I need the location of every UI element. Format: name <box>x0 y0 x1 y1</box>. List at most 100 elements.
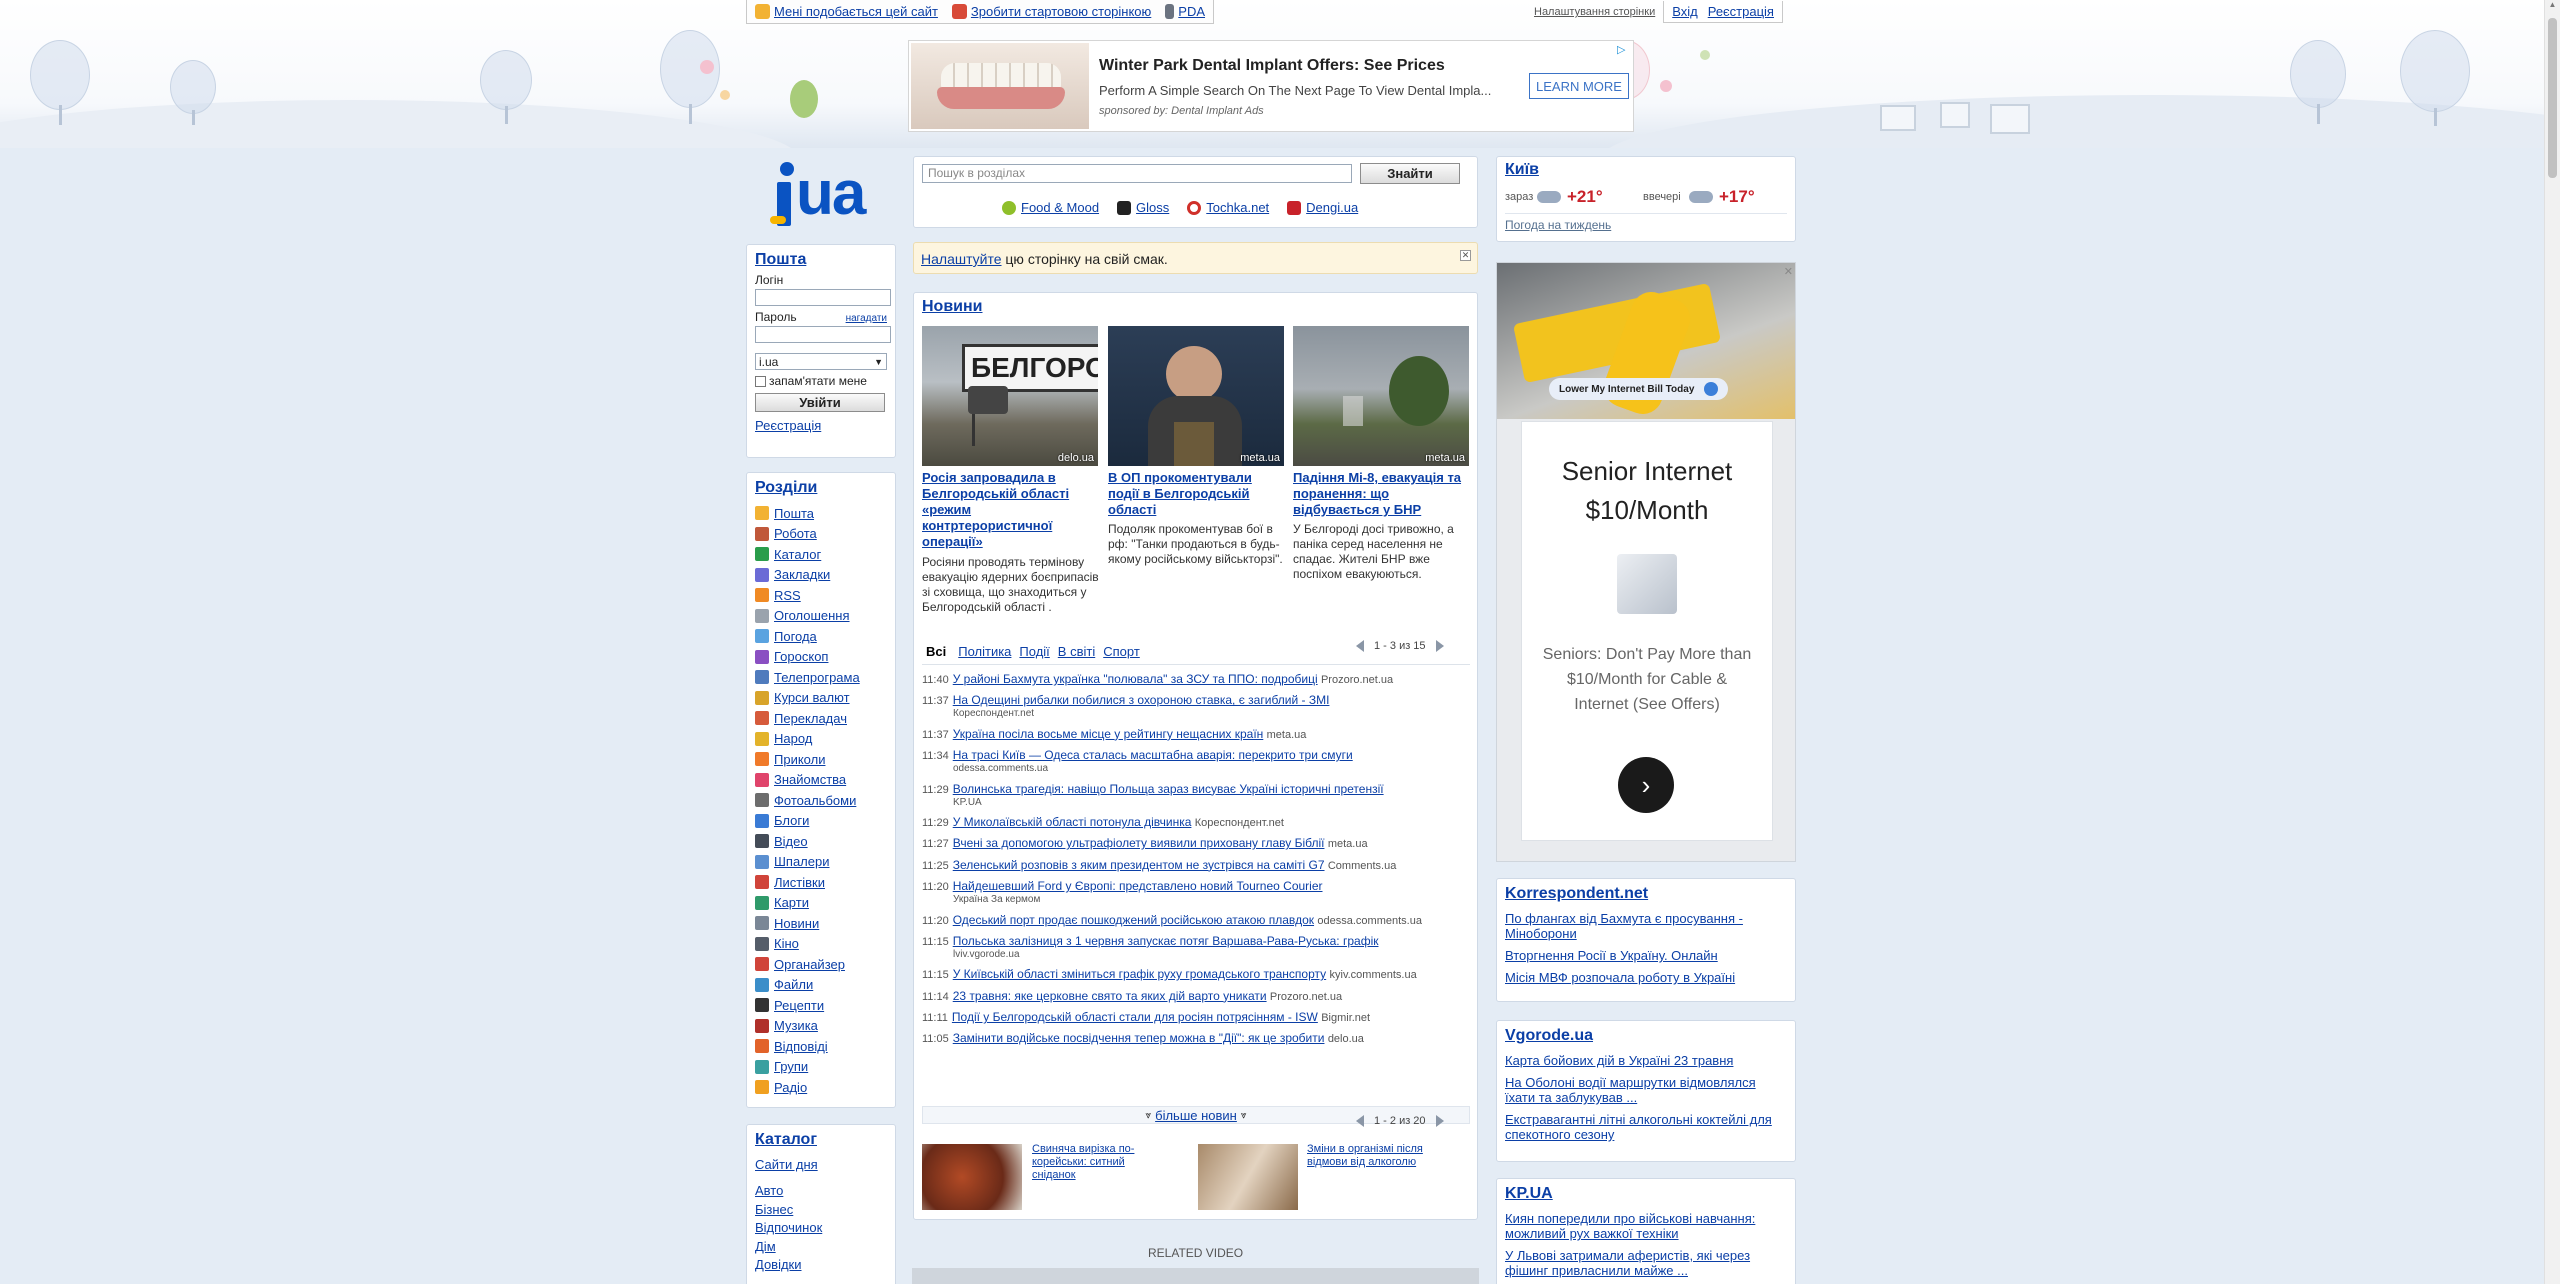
sidebar-item-label[interactable]: Гороскоп <box>774 649 828 664</box>
sidebar-item-label[interactable]: Приколи <box>774 752 825 767</box>
mail-register-link[interactable]: Реєстрація <box>755 418 887 433</box>
vgorode-link[interactable]: Екстравагантні літні алкогольні коктейлі… <box>1505 1112 1787 1142</box>
news-tab[interactable]: В світі <box>1058 644 1095 659</box>
partner-link-dengi[interactable]: Dengi.ua <box>1306 200 1358 215</box>
sidebar-item[interactable]: Органайзер <box>755 954 887 975</box>
vgorode-link[interactable]: Карта бойових дій в Україні 23 травня <box>1505 1053 1787 1068</box>
sidebar-item[interactable]: Карти <box>755 893 887 914</box>
sidebar-item[interactable]: Народ <box>755 729 887 750</box>
news-tab[interactable]: Спорт <box>1103 644 1140 659</box>
sidebar-item-label[interactable]: Відео <box>774 834 808 849</box>
sidebar-item[interactable]: Робота <box>755 524 887 545</box>
pda-link[interactable]: PDA <box>1178 4 1205 19</box>
search-input[interactable]: Пошук в розділах <box>922 164 1352 183</box>
site-logo[interactable]: ua <box>746 158 896 228</box>
prev-arrow-icon[interactable] <box>1356 640 1364 652</box>
partner-link-food-mood[interactable]: Food & Mood <box>1021 200 1099 215</box>
news-image-3[interactable]: meta.ua <box>1293 326 1469 466</box>
catalog-item[interactable]: Бізнес <box>755 1201 887 1220</box>
search-button[interactable]: Знайти <box>1360 163 1460 184</box>
news-feed-link[interactable]: Вчені за допомогою ультрафіолету виявили… <box>953 836 1325 850</box>
kpua-link[interactable]: Киян попередили про військові навчання: … <box>1505 1211 1787 1241</box>
sidebar-item[interactable]: Рецепти <box>755 995 887 1016</box>
sidebar-item-label[interactable]: Курси валют <box>774 690 850 705</box>
sidebar-item[interactable]: Відео <box>755 831 887 852</box>
news-feed-link[interactable]: Одеський порт продає пошкоджений російсь… <box>953 913 1314 927</box>
sidebar-item-label[interactable]: Новини <box>774 916 819 931</box>
partner-link-tochka[interactable]: Tochka.net <box>1206 200 1269 215</box>
news-feed-link[interactable]: Найдешевший Ford у Європі: представлено … <box>953 879 1323 893</box>
sidebar-item-label[interactable]: Робота <box>774 526 817 541</box>
sidebar-item[interactable]: RSS <box>755 585 887 606</box>
next-arrow-icon[interactable] <box>1435 1115 1444 1127</box>
sidebar-item-label[interactable]: Народ <box>774 731 812 746</box>
sidebar-item[interactable]: Новини <box>755 913 887 934</box>
login-link[interactable]: Вхід <box>1672 4 1698 19</box>
sidebar-item-label[interactable]: Музика <box>774 1018 818 1033</box>
sidebar-item[interactable]: Погода <box>755 626 887 647</box>
scroll-up-icon[interactable]: ▲ <box>2545 0 2560 16</box>
next-arrow-icon[interactable] <box>1435 640 1444 652</box>
news-tab[interactable]: Політика <box>958 644 1011 659</box>
sidebar-item[interactable]: Перекладач <box>755 708 887 729</box>
side-ad-next-button[interactable]: › <box>1618 757 1674 813</box>
side-ad-card[interactable]: Senior Internet $10/Month Seniors: Don't… <box>1521 421 1773 841</box>
more-news-link[interactable]: більше новин <box>1155 1108 1237 1123</box>
side-ad[interactable]: Lower My Internet Bill Today ✕ Senior In… <box>1496 262 1796 862</box>
catalog-item[interactable]: Довідки <box>755 1256 887 1275</box>
remind-password-link[interactable]: нагадати <box>846 313 887 324</box>
sidebar-item[interactable]: Телепрограма <box>755 667 887 688</box>
sidebar-item[interactable]: Гороскоп <box>755 647 887 668</box>
news-image-1[interactable]: БЕЛГОРОД delo.ua <box>922 326 1098 466</box>
sidebar-item-label[interactable]: Пошта <box>774 506 814 521</box>
sidebar-item-label[interactable]: Знайомства <box>774 772 846 787</box>
sidebar-item[interactable]: Оголошення <box>755 606 887 627</box>
sidebar-item[interactable]: Музика <box>755 1016 887 1037</box>
sidebar-item-label[interactable]: Групи <box>774 1059 808 1074</box>
scrollbar[interactable]: ▲ <box>2544 0 2560 1284</box>
sidebar-item[interactable]: Радіо <box>755 1077 887 1098</box>
sidebar-item[interactable]: Групи <box>755 1057 887 1078</box>
set-homepage-link[interactable]: Зробити стартовою сторінкою <box>971 4 1151 19</box>
news-feed-link[interactable]: У Київській області зміниться графік рух… <box>953 967 1326 981</box>
related-video-player[interactable] <box>912 1268 1479 1284</box>
login-input[interactable] <box>755 289 891 306</box>
mail-login-button[interactable]: Увійти <box>755 393 885 412</box>
catalog-item[interactable]: Відпочинок <box>755 1219 887 1238</box>
sections-title[interactable]: Розділи <box>755 479 817 496</box>
close-icon[interactable]: ✕ <box>1460 250 1471 261</box>
sidebar-item-label[interactable]: Карти <box>774 895 809 910</box>
news-feed-link[interactable]: На трасі Київ — Одеса сталась масштабна … <box>953 748 1353 762</box>
news-headline-2[interactable]: В ОП прокоментували події в Белгородські… <box>1108 470 1286 518</box>
sidebar-item-label[interactable]: Перекладач <box>774 711 847 726</box>
vgorode-link[interactable]: На Оболоні водії маршрутки відмовлялся ї… <box>1505 1075 1787 1105</box>
news-feed-link[interactable]: У Миколаївській області потонула дівчинк… <box>953 815 1192 829</box>
sidebar-item[interactable]: Закладки <box>755 565 887 586</box>
korrespondent-link[interactable]: Вторгнення Росії в Україну. Онлайн <box>1505 948 1787 963</box>
sidebar-item-label[interactable]: Органайзер <box>774 957 845 972</box>
sidebar-item[interactable]: Фотоальбоми <box>755 790 887 811</box>
sidebar-item[interactable]: Знайомства <box>755 770 887 791</box>
domain-select[interactable]: i.ua ▼ <box>755 353 887 370</box>
mail-title[interactable]: Пошта <box>755 251 806 268</box>
catalog-item[interactable]: Дім <box>755 1238 887 1257</box>
sidebar-item-label[interactable]: RSS <box>774 588 801 603</box>
promo-image-1[interactable] <box>922 1144 1022 1210</box>
customize-link[interactable]: Налаштуйте <box>921 251 1002 267</box>
news-tab[interactable]: Події <box>1019 644 1049 659</box>
password-input[interactable] <box>755 326 891 343</box>
news-feed-link[interactable]: Зеленський розповів з яким президентом н… <box>953 858 1325 872</box>
weather-city[interactable]: Київ <box>1505 161 1539 178</box>
sidebar-item-label[interactable]: Оголошення <box>774 608 850 623</box>
sidebar-item-label[interactable]: Каталог <box>774 547 821 562</box>
partner-link-gloss[interactable]: Gloss <box>1136 200 1169 215</box>
register-link[interactable]: Реєстрація <box>1708 4 1774 19</box>
sidebar-item[interactable]: Пошта <box>755 503 887 524</box>
news-feed-link[interactable]: Замінити водійське посвідчення тепер мож… <box>953 1031 1325 1045</box>
learn-more-button[interactable]: LEARN MORE <box>1529 73 1629 99</box>
sidebar-item-label[interactable]: Закладки <box>774 567 830 582</box>
sidebar-item-label[interactable]: Файли <box>774 977 813 992</box>
sidebar-item[interactable]: Каталог <box>755 544 887 565</box>
vgorode-title[interactable]: Vgorode.ua <box>1505 1027 1593 1044</box>
page-settings-link[interactable]: Налаштування сторінки <box>1534 6 1655 18</box>
